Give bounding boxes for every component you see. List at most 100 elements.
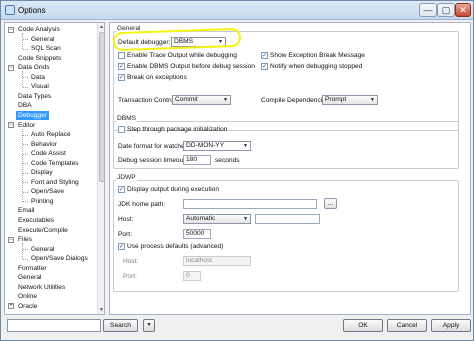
- tree-item[interactable]: Open/Save: [31, 187, 64, 196]
- enable-dbms-output-label: Enable DBMS Output before debug session: [127, 63, 255, 70]
- search-input[interactable]: [7, 319, 101, 332]
- tree-item[interactable]: Code Templates: [31, 159, 79, 168]
- tree-item[interactable]: Display: [31, 168, 53, 177]
- close-button[interactable]: ✕: [455, 3, 471, 17]
- jdwp-group: [113, 180, 459, 292]
- host-select[interactable]: Automatic ▼: [183, 214, 251, 224]
- default-debugger-value: DBMS: [174, 38, 194, 45]
- app-icon: [5, 5, 15, 15]
- tree-connector: [23, 201, 28, 203]
- tree-item[interactable]: Network Utilities: [18, 283, 65, 292]
- date-format-label: Date format for watches:: [118, 143, 190, 150]
- show-exception-checkbox[interactable]: ✓: [261, 52, 268, 59]
- jdk-home-input[interactable]: [183, 199, 317, 209]
- search-dropdown-button[interactable]: ▼: [143, 319, 155, 332]
- expand-toggle-icon[interactable]: +: [8, 303, 14, 310]
- collapse-toggle-icon[interactable]: −: [8, 26, 14, 33]
- tree-item[interactable]: General: [18, 273, 41, 282]
- compile-dependencies-label: Compile Dependencies:: [261, 97, 332, 104]
- scroll-up-icon[interactable]: ▲: [98, 23, 104, 31]
- break-on-exceptions-checkbox[interactable]: ✓: [118, 74, 125, 81]
- transaction-control-value: Commit: [175, 96, 198, 103]
- apply-button[interactable]: Apply: [431, 319, 471, 332]
- collapse-toggle-icon[interactable]: −: [8, 64, 14, 71]
- tree-item[interactable]: General: [31, 245, 54, 254]
- tree-connector: [23, 182, 28, 184]
- tree-connector: [23, 163, 28, 165]
- cancel-button[interactable]: Cancel: [387, 319, 427, 332]
- chevron-down-icon: ▼: [243, 216, 248, 222]
- tree-item[interactable]: DBA: [18, 101, 32, 110]
- chevron-down-icon: ▼: [243, 143, 248, 149]
- tree-item[interactable]: General: [31, 35, 54, 44]
- tree-item[interactable]: Email: [18, 206, 35, 215]
- maximize-button[interactable]: ▢: [437, 3, 455, 17]
- enable-dbms-output-checkbox[interactable]: ✓: [118, 63, 125, 70]
- scroll-thumb[interactable]: [99, 32, 104, 182]
- chevron-down-icon: ▼: [146, 322, 152, 328]
- collapse-toggle-icon[interactable]: −: [8, 122, 14, 128]
- tree-item[interactable]: Online: [18, 292, 37, 301]
- tree-connector: [23, 249, 28, 251]
- tree-item[interactable]: Formatter: [18, 264, 47, 273]
- minimize-button[interactable]: —: [419, 3, 437, 17]
- tree-item[interactable]: Code Snippets: [18, 54, 61, 63]
- tree-item[interactable]: SQL Scan: [31, 44, 61, 53]
- tree-connector: [23, 39, 28, 41]
- default-debugger-select[interactable]: DBMS ▼: [171, 37, 226, 47]
- browse-button[interactable]: ...: [324, 198, 337, 209]
- tree-scrollbar[interactable]: ▲ ▼: [97, 23, 104, 314]
- tree-item[interactable]: Printing: [31, 197, 53, 206]
- tree-connector: [23, 172, 28, 174]
- tree-connector: [22, 71, 23, 88]
- tree-connector: [23, 134, 28, 136]
- tree-item[interactable]: Execute/Compile: [18, 226, 68, 235]
- tree-item[interactable]: Font and Styling: [31, 178, 79, 187]
- tree-item[interactable]: Editor: [18, 121, 35, 130]
- transaction-control-select[interactable]: Commit ▼: [172, 95, 231, 105]
- tree-item[interactable]: Files: [18, 235, 32, 244]
- step-through-checkbox[interactable]: [118, 126, 125, 133]
- timeout-input[interactable]: 180: [183, 155, 211, 165]
- proc-host-label: Host:: [123, 258, 139, 265]
- tree-item[interactable]: Debugger: [16, 110, 49, 120]
- jdwp-group-title: JDWP: [116, 174, 137, 181]
- host-input[interactable]: [255, 214, 320, 224]
- tree-item[interactable]: Behavior: [31, 140, 57, 149]
- date-format-select[interactable]: DD-MON-YY ▼: [183, 141, 251, 151]
- host-label: Host:: [118, 216, 134, 223]
- compile-dependencies-select[interactable]: Prompt ▼: [322, 95, 378, 105]
- notify-stopped-checkbox[interactable]: ✓: [261, 63, 268, 70]
- tree-item[interactable]: Code Analysis: [18, 25, 60, 34]
- display-output-checkbox[interactable]: ✓: [118, 186, 125, 193]
- display-output-label: Display output during execution: [127, 186, 220, 193]
- tree-item[interactable]: Visual: [31, 82, 49, 91]
- general-group: [113, 31, 459, 131]
- step-through-label: Step through package initialization: [127, 126, 228, 133]
- tree-item[interactable]: Oracle: [18, 302, 37, 311]
- default-debugger-label: Default debugger:: [118, 39, 171, 46]
- jdk-home-label: JDK home path:: [118, 201, 166, 208]
- tree-item[interactable]: Executables: [18, 216, 54, 225]
- title-bar[interactable]: Options — ▢ ✕: [1, 1, 473, 20]
- scroll-down-icon[interactable]: ▼: [98, 306, 104, 314]
- tree-item[interactable]: Open/Save Dialogs: [31, 254, 88, 263]
- dbms-group-title: DBMS: [116, 115, 138, 122]
- ok-button[interactable]: OK: [343, 319, 383, 332]
- use-process-defaults-checkbox[interactable]: ✓: [118, 243, 125, 250]
- tree-item[interactable]: Auto Replace: [31, 130, 71, 139]
- tree-item[interactable]: Data Types: [18, 92, 51, 101]
- compile-dependencies-value: Prompt: [325, 96, 347, 103]
- proc-host-input[interactable]: localhost: [183, 256, 251, 266]
- break-on-exceptions-label: Break on exceptions: [127, 74, 187, 81]
- proc-port-input[interactable]: 0: [183, 271, 201, 281]
- port-label: Port:: [118, 231, 132, 238]
- options-window: Options — ▢ ✕ ▲ ▼ Code Analysis − General S…: [0, 0, 474, 341]
- options-tree[interactable]: ▲ ▼ Code Analysis − General SQL Scan Code Sn…: [4, 22, 105, 315]
- search-button[interactable]: Search: [103, 319, 138, 332]
- enable-trace-checkbox[interactable]: [118, 52, 125, 59]
- port-input[interactable]: 50000: [183, 229, 211, 239]
- collapse-toggle-icon[interactable]: −: [8, 236, 14, 243]
- tree-item[interactable]: Code Assist: [31, 149, 66, 158]
- tree-item[interactable]: Data: [31, 73, 45, 82]
